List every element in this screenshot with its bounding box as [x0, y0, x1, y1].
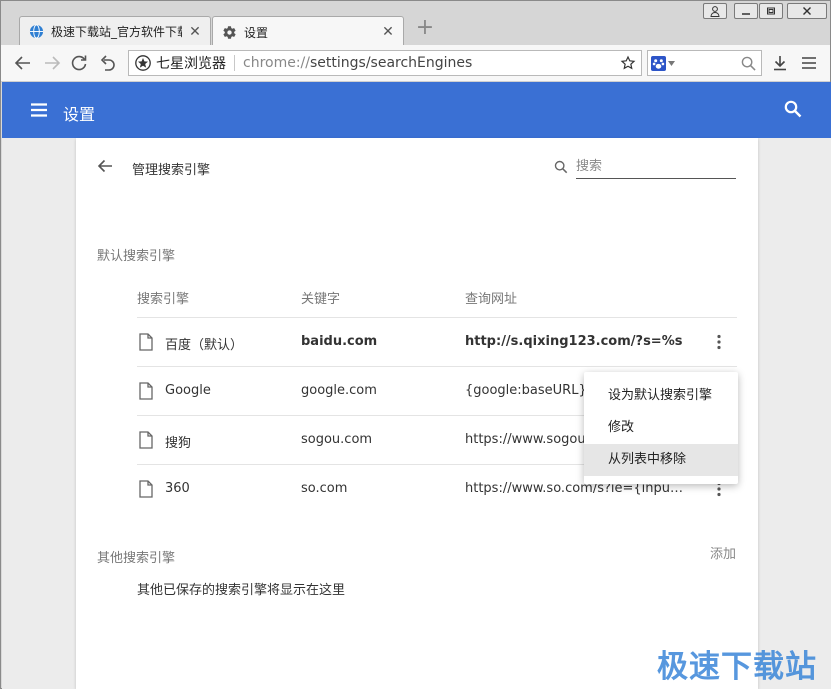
column-header-url: 查询网址 [465, 292, 518, 307]
engine-name: Google [165, 383, 211, 398]
engine-name: 360 [165, 481, 190, 496]
menu-item-edit[interactable]: 修改 [584, 412, 738, 444]
engine-keyword: baidu.com [301, 334, 378, 349]
user-icon [710, 5, 720, 17]
subpage-title: 管理搜索引擎 [132, 163, 211, 178]
engine-keyword: so.com [301, 481, 348, 496]
close-tab-icon[interactable]: ✕ [188, 24, 202, 40]
new-tab-button[interactable]: + [414, 17, 436, 40]
undo-icon [100, 55, 115, 71]
close-tab-icon[interactable]: ✕ [381, 24, 395, 40]
add-engine-button[interactable]: 添加 [710, 543, 736, 562]
page-title: 设置 [63, 105, 96, 124]
browser-logo-icon [135, 55, 151, 71]
restore-icon [767, 7, 775, 15]
default-engines-title: 默认搜索引擎 [97, 249, 176, 264]
arrow-right-icon [45, 56, 61, 70]
tab-strip: 极速下载站_官方软件下载 ✕ 设置 ✕ + [1, 1, 830, 47]
search-input[interactable] [576, 155, 736, 179]
search-icon[interactable] [741, 56, 756, 75]
watermark-logo: 极速下载站 [657, 649, 817, 685]
other-engines-title: 其他搜索引擎 [97, 551, 176, 566]
tab-label: 设置 [244, 25, 269, 40]
reload-icon [71, 55, 87, 71]
bookmark-star-icon[interactable] [620, 55, 636, 75]
document-icon [139, 431, 153, 453]
tab-download-site[interactable]: 极速下载站_官方软件下载 ✕ [19, 16, 211, 46]
engine-name: 百度（默认） [165, 338, 244, 353]
column-header-engine: 搜索引擎 [137, 292, 190, 307]
download-button[interactable] [769, 52, 791, 74]
close-window-button[interactable] [787, 3, 827, 19]
reload-button[interactable] [68, 52, 90, 74]
empty-list-note: 其他已保存的搜索引擎将显示在这里 [137, 583, 346, 598]
search-icon[interactable] [784, 100, 802, 122]
site-globe-icon [28, 24, 44, 40]
menu-item-make-default[interactable]: 设为默认搜索引擎 [584, 380, 738, 412]
document-icon [139, 333, 153, 355]
engine-name: 搜狗 [165, 436, 192, 451]
hamburger-menu-icon[interactable] [29, 100, 49, 120]
minimize-button[interactable] [734, 3, 758, 19]
tab-label: 极速下载站_官方软件下载 [51, 25, 182, 39]
gear-icon [221, 24, 237, 40]
back-button[interactable] [12, 52, 34, 74]
main-menu-button[interactable] [798, 52, 820, 74]
divider [234, 55, 235, 71]
undo-close-button[interactable] [96, 52, 118, 74]
chevron-down-icon [668, 61, 675, 66]
tab-settings[interactable]: 设置 ✕ [212, 16, 404, 47]
more-vert-icon[interactable] [710, 332, 728, 352]
document-icon [139, 480, 153, 502]
engine-context-menu: 设为默认搜索引擎 修改 从列表中移除 [584, 372, 738, 484]
hamburger-menu-icon [802, 57, 816, 69]
engine-keyword: google.com [301, 383, 377, 398]
download-icon [774, 56, 786, 71]
menu-item-remove[interactable]: 从列表中移除 [584, 444, 738, 476]
engine-row: 百度（默认） baidu.com http://s.qixing123.com/… [137, 317, 737, 366]
search-icon [554, 160, 568, 178]
url-path: settings/searchEngines [310, 55, 473, 71]
url-text[interactable]: chrome://settings/searchEngines [243, 55, 472, 71]
browser-toolbar: 七星浏览器 chrome://settings/searchEngines [1, 45, 830, 82]
minimize-icon [742, 13, 750, 15]
restore-button[interactable] [759, 3, 783, 19]
engine-search [554, 155, 736, 181]
forward-button[interactable] [41, 52, 63, 74]
search-engine-box[interactable] [647, 50, 762, 76]
document-icon [139, 382, 153, 404]
browser-name: 七星浏览器 [156, 56, 226, 72]
column-header-keyword: 关键字 [301, 292, 341, 307]
close-icon [803, 7, 811, 15]
baidu-paw-icon[interactable] [651, 55, 675, 72]
arrow-left-icon[interactable] [97, 158, 113, 178]
arrow-left-icon [14, 56, 30, 70]
engine-keyword: sogou.com [301, 432, 373, 447]
browser-window: 极速下载站_官方软件下载 ✕ 设置 ✕ + 七星浏览器 chrome://set… [0, 0, 831, 689]
settings-header: 设置 [2, 82, 831, 138]
engine-url: http://s.qixing123.com/?s=%s [465, 334, 683, 349]
user-account-button[interactable] [703, 3, 727, 19]
url-scheme: chrome:// [243, 55, 310, 71]
address-bar[interactable]: 七星浏览器 chrome://settings/searchEngines [128, 50, 642, 76]
